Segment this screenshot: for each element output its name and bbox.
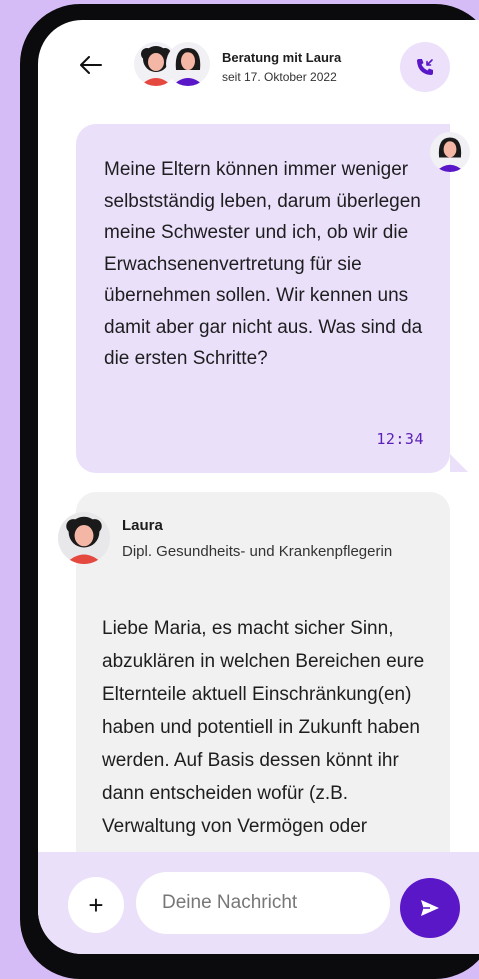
sender-name: Laura — [122, 517, 163, 534]
conversation-since: seit 17. Oktober 2022 — [222, 70, 337, 84]
chat-header: Beratung mit Laura seit 17. Oktober 2022 — [38, 20, 479, 120]
call-button[interactable] — [400, 42, 450, 92]
incoming-message-text: Liebe Maria, es macht sicher Sinn, abzuk… — [102, 618, 425, 837]
send-button[interactable] — [400, 878, 460, 938]
outgoing-message-text: Meine Eltern können immer weniger selbst… — [104, 159, 423, 369]
avatar-laura — [58, 512, 110, 564]
arrow-left-icon — [80, 56, 102, 74]
avatar-maria — [430, 132, 470, 172]
chat-screen: Beratung mit Laura seit 17. Oktober 2022… — [38, 20, 479, 954]
conversation-title: Beratung mit Laura — [222, 50, 342, 65]
participants-avatars — [134, 42, 212, 88]
sender-role: Dipl. Gesundheits- und Krankenpflegerin — [122, 543, 393, 560]
add-attachment-button[interactable]: + — [68, 877, 124, 933]
bubble-tail — [450, 454, 468, 472]
message-input[interactable] — [136, 872, 390, 934]
send-icon — [421, 900, 439, 916]
phone-incoming-icon — [417, 59, 433, 75]
back-button[interactable] — [76, 50, 106, 80]
composer-bar: + — [38, 852, 479, 954]
avatar-maria-small — [166, 42, 210, 86]
outgoing-message-bubble: Meine Eltern können immer weniger selbst… — [76, 124, 450, 473]
message-timestamp: 12:34 — [376, 430, 424, 448]
